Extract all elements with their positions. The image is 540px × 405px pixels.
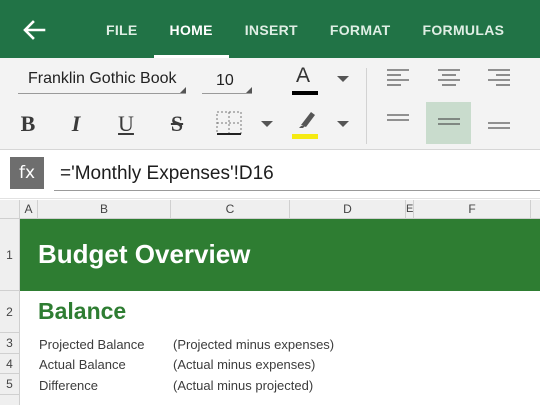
bold-button[interactable]: B <box>14 110 42 140</box>
row-header-2[interactable]: 2 <box>0 291 20 333</box>
cell-b4[interactable]: Actual Balance <box>39 357 126 372</box>
ribbon-tabs: FILE HOME INSERT FORMAT FORMULAS <box>90 0 520 58</box>
formula-bar: fx ='Monthly Expenses'!D16 <box>0 151 540 199</box>
font-color-bar <box>292 91 318 95</box>
cell-c3[interactable]: (Projected minus expenses) <box>173 337 334 352</box>
back-arrow-icon[interactable] <box>20 16 48 44</box>
select-all-corner[interactable] <box>0 200 20 219</box>
ribbon-separator <box>366 68 367 144</box>
font-size-underline <box>202 93 252 94</box>
underline-button[interactable]: U <box>112 110 140 140</box>
sheet-title: Budget Overview <box>38 239 251 269</box>
home-ribbon: Franklin Gothic Book 10 A B I U S <box>0 58 540 150</box>
font-color-dropdown-icon[interactable] <box>337 76 349 82</box>
column-header-b[interactable]: B <box>38 200 171 219</box>
title-banner[interactable]: Budget Overview <box>20 219 540 291</box>
font-color-button[interactable]: A <box>288 64 322 98</box>
font-color-icon: A <box>296 64 311 87</box>
font-name-dropdown-icon <box>180 87 186 93</box>
row-header-6[interactable] <box>0 395 20 405</box>
column-header-d[interactable]: D <box>290 200 406 219</box>
tab-home[interactable]: HOME <box>153 0 229 58</box>
font-name-dropdown[interactable]: Franklin Gothic Book <box>18 66 186 96</box>
tab-format[interactable]: FORMAT <box>314 0 407 58</box>
align-right-icon[interactable] <box>487 68 511 90</box>
tab-file[interactable]: FILE <box>90 0 154 58</box>
highlight-icon <box>299 112 315 128</box>
column-headers: A B C D E F <box>0 200 540 219</box>
borders-dropdown-icon[interactable] <box>261 121 273 127</box>
strikethrough-button[interactable]: S <box>163 110 191 140</box>
cell-c4[interactable]: (Actual minus expenses) <box>173 357 315 372</box>
font-size-dropdown[interactable]: 10 <box>202 66 252 96</box>
font-name-underline <box>18 93 186 94</box>
font-size-value: 10 <box>216 72 234 89</box>
row-header-1[interactable]: 1 <box>0 219 20 291</box>
highlight-color-bar <box>292 134 318 139</box>
app-toolbar: FILE HOME INSERT FORMAT FORMULAS <box>0 0 540 58</box>
column-header-a[interactable]: A <box>20 200 38 219</box>
function-button[interactable]: fx <box>10 157 44 189</box>
column-header-e[interactable]: E <box>406 200 414 219</box>
formula-text: ='Monthly Expenses'!D16 <box>60 163 274 184</box>
highlight-dropdown-icon[interactable] <box>337 121 349 127</box>
highlight-button[interactable] <box>289 108 321 140</box>
cell-b5[interactable]: Difference <box>39 378 98 393</box>
italic-button[interactable]: I <box>62 110 90 140</box>
align-center-icon[interactable] <box>437 68 461 90</box>
row-header-5[interactable]: 5 <box>0 374 20 395</box>
formula-input[interactable]: ='Monthly Expenses'!D16 <box>54 155 540 191</box>
align-bottom-icon[interactable] <box>487 120 511 134</box>
cell-b3[interactable]: Projected Balance <box>39 337 145 352</box>
tab-insert[interactable]: INSERT <box>229 0 314 58</box>
align-middle-icon <box>438 118 460 125</box>
font-name-value: Franklin Gothic Book <box>28 70 177 87</box>
align-top-icon[interactable] <box>386 112 410 126</box>
column-header-f[interactable]: F <box>414 200 531 219</box>
font-size-dropdown-icon <box>246 87 252 93</box>
cell-c5[interactable]: (Actual minus projected) <box>173 378 313 393</box>
balance-heading[interactable]: Balance <box>38 298 126 325</box>
align-middle-button[interactable] <box>426 102 471 144</box>
row-header-3[interactable]: 3 <box>0 333 20 354</box>
column-header-c[interactable]: C <box>171 200 290 219</box>
tab-formulas[interactable]: FORMULAS <box>407 0 521 58</box>
align-left-icon[interactable] <box>386 68 410 90</box>
row-header-4[interactable]: 4 <box>0 354 20 374</box>
borders-icon[interactable] <box>215 110 243 138</box>
